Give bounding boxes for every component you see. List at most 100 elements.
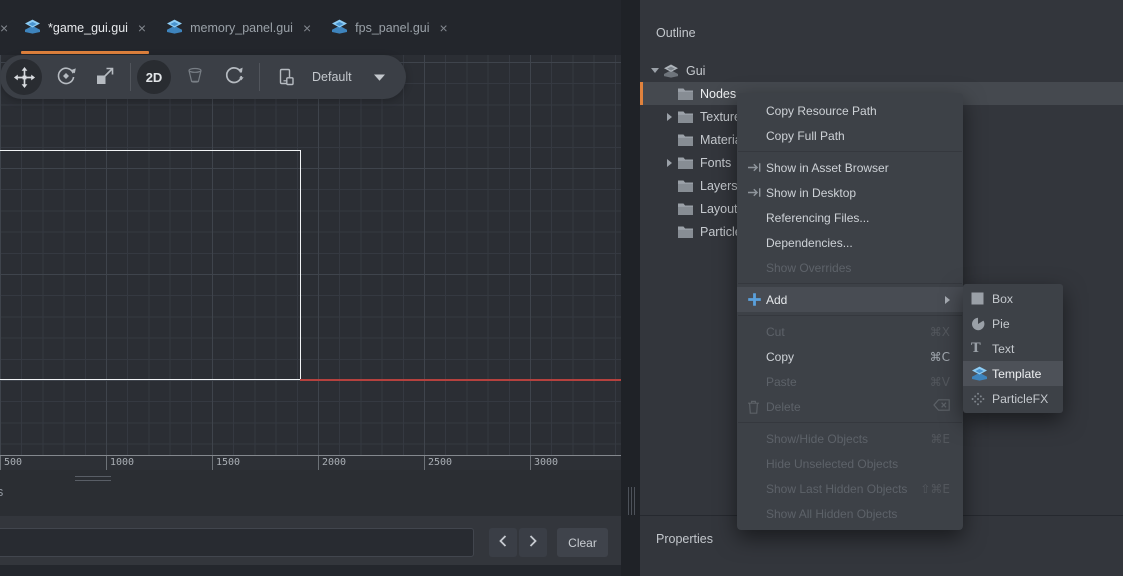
menu-item-paste: Paste⌘V — [737, 369, 963, 394]
menu-item-label: Referencing Files... — [766, 211, 869, 225]
console-panel: s — [0, 470, 621, 516]
jump-icon — [747, 160, 766, 175]
x-axis-line — [300, 379, 621, 381]
tab-close-icon[interactable]: × — [138, 20, 146, 36]
expander-collapsed-icon[interactable] — [662, 113, 676, 121]
tab-label: *game_gui.gui — [48, 21, 128, 35]
menu-item-label: Show Last Hidden Objects — [766, 482, 907, 496]
console-clipped-text: s — [0, 485, 3, 499]
menu-item-label: Show in Desktop — [766, 186, 856, 200]
menu-item-hide-unselected-objects: Hide Unselected Objects — [737, 451, 963, 476]
submenu-item-template[interactable]: Template — [963, 361, 1063, 386]
refresh-icon — [222, 64, 246, 91]
submenu-arrow-icon — [945, 296, 950, 304]
panel-divider — [621, 0, 640, 576]
scene-viewport[interactable]: 2D Default — [0, 55, 621, 456]
vertical-splitter-handle[interactable] — [628, 487, 637, 515]
display-profile-select[interactable]: Default — [312, 70, 352, 84]
pie-icon — [971, 317, 992, 331]
menu-item-label: Cut — [766, 325, 785, 339]
gui-document-icon — [331, 19, 348, 37]
tab-game-gui-gui[interactable]: *game_gui.gui × — [14, 0, 156, 55]
ruler-tick: 1000 — [106, 456, 134, 471]
add-submenu: Box Pie TText Template ParticleFX — [963, 284, 1063, 413]
layers-blue-icon — [971, 366, 992, 381]
ruler-tick: 500 — [0, 456, 22, 471]
tree-item-label: Gui — [686, 64, 705, 78]
outline-panel-title: Outline — [656, 26, 696, 40]
find-next-button[interactable] — [519, 528, 547, 557]
expander-expanded-icon[interactable] — [648, 68, 662, 73]
context-menu: Copy Resource Path Copy Full Path Show in … — [737, 93, 963, 530]
device-icon — [274, 65, 298, 89]
tree-item-gui[interactable]: Gui — [640, 59, 1123, 82]
tab-close-icon[interactable]: × — [440, 20, 448, 36]
submenu-item-particlefx[interactable]: ParticleFX — [963, 386, 1063, 411]
submenu-item-pie[interactable]: Pie — [963, 311, 1063, 336]
tab-memory-panel-gui[interactable]: memory_panel.gui × — [156, 0, 321, 55]
viewport-toolbar: 2D Default — [0, 55, 406, 99]
menu-item-label: Copy Resource Path — [766, 104, 877, 118]
menu-item-show-overrides: Show Overrides — [737, 255, 963, 280]
rotate-tool-button[interactable] — [54, 65, 78, 89]
menu-item-label: Delete — [766, 400, 801, 414]
menu-item-label: Show in Asset Browser — [766, 161, 889, 175]
menu-item-copy-full-path[interactable]: Copy Full Path — [737, 123, 963, 148]
clear-button[interactable]: Clear — [557, 528, 608, 557]
menu-item-show-in-desktop[interactable]: Show in Desktop — [737, 180, 963, 205]
menu-separator — [738, 283, 962, 284]
folder-icon — [676, 203, 694, 215]
search-input[interactable] — [0, 528, 474, 557]
expander-collapsed-icon[interactable] — [662, 159, 676, 167]
move-tool-button[interactable] — [6, 59, 42, 95]
menu-item-label: Show Overrides — [766, 261, 851, 275]
layers-gray-icon — [662, 64, 680, 78]
text-icon: T — [971, 342, 992, 355]
tree-item-label: Layers — [700, 179, 738, 193]
scale-icon — [93, 64, 117, 91]
trash-icon — [747, 400, 766, 414]
gui-document-icon — [166, 19, 183, 37]
menu-item-copy[interactable]: Copy⌘C — [737, 344, 963, 369]
menu-shortcut: ⌘V — [922, 375, 950, 389]
rotate-icon — [54, 64, 78, 91]
box-icon — [971, 292, 992, 305]
menu-item-label: Add — [766, 293, 787, 307]
2d-mode-button[interactable]: 2D — [137, 60, 171, 94]
panel-drag-handle[interactable] — [75, 476, 111, 481]
folder-icon — [676, 111, 694, 123]
menu-item-label: Copy Full Path — [766, 129, 845, 143]
perspective-camera-button[interactable] — [183, 65, 207, 89]
menu-item-add[interactable]: Add — [737, 287, 963, 312]
menu-item-show-in-asset-browser[interactable]: Show in Asset Browser — [737, 155, 963, 180]
plus-blue-icon — [747, 292, 766, 307]
tab-label: memory_panel.gui — [190, 21, 293, 35]
console-search-bar: Clear — [0, 516, 621, 565]
scale-tool-button[interactable] — [93, 65, 117, 89]
menu-item-label: Show All Hidden Objects — [766, 507, 897, 521]
ruler-tick: 1500 — [212, 456, 240, 471]
chevron-left-icon — [499, 535, 507, 550]
tab-fps-panel-gui[interactable]: fps_panel.gui × — [321, 0, 458, 55]
chevron-right-icon — [529, 535, 537, 550]
ruler-tick: 3000 — [530, 456, 558, 471]
menu-item-referencing-files[interactable]: Referencing Files... — [737, 205, 963, 230]
submenu-item-label: Pie — [992, 317, 1010, 331]
tab-label: fps_panel.gui — [355, 21, 429, 35]
menu-item-copy-resource-path[interactable]: Copy Resource Path — [737, 98, 963, 123]
ruler-tick: 2500 — [424, 456, 452, 471]
tree-item-label: Fonts — [700, 156, 731, 170]
menu-shortcut: ⌘E — [922, 432, 950, 446]
toolbar-separator — [130, 63, 131, 91]
partial-tab-close-icon[interactable]: × — [0, 20, 14, 36]
submenu-item-label: ParticleFX — [992, 392, 1048, 406]
move-icon — [12, 65, 36, 89]
menu-item-dependencies[interactable]: Dependencies... — [737, 230, 963, 255]
submenu-item-text[interactable]: TText — [963, 336, 1063, 361]
find-previous-button[interactable] — [489, 528, 517, 557]
submenu-item-box[interactable]: Box — [963, 286, 1063, 311]
caret-down-icon[interactable] — [374, 74, 385, 81]
reset-camera-button[interactable] — [222, 65, 246, 89]
submenu-item-label: Template — [992, 367, 1041, 381]
tab-close-icon[interactable]: × — [303, 20, 311, 36]
